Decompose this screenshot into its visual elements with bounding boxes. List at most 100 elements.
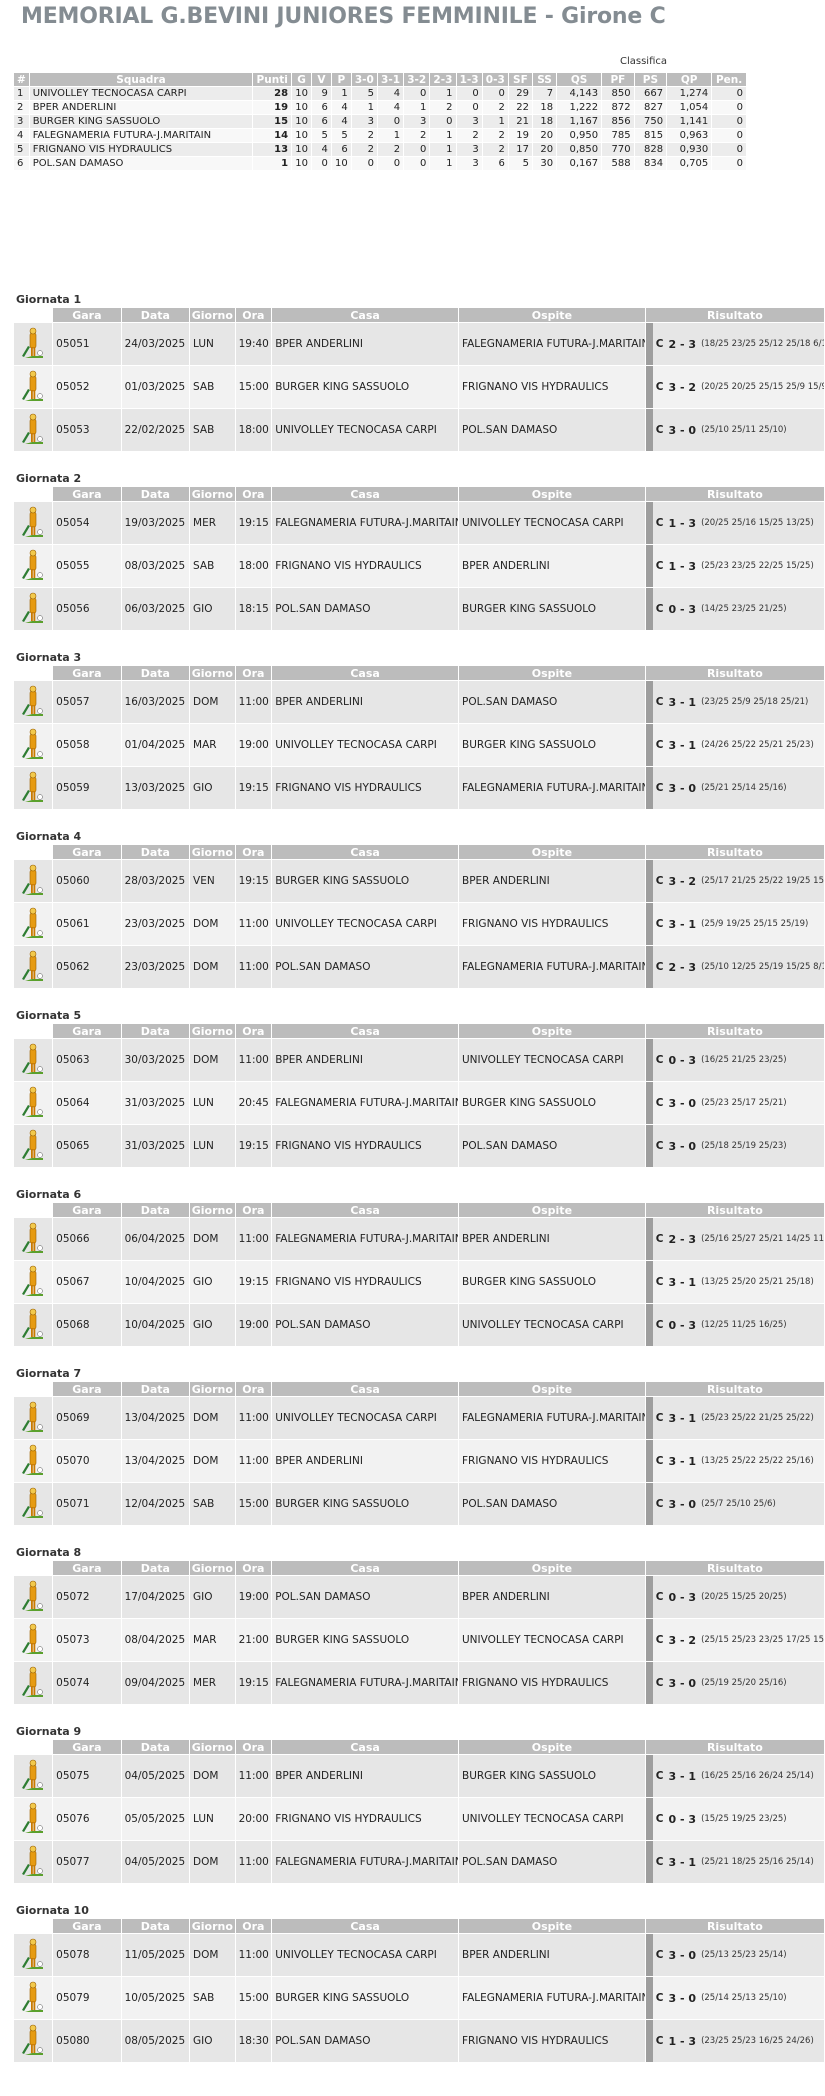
header-spacer: [14, 1382, 53, 1396]
header-spacer: [14, 1024, 53, 1038]
match-row: 05058 01/04/2025 MAR 19:00 UNIVOLLEY TECNOCA…: [14, 724, 824, 766]
standings-cell: 0,930: [667, 143, 712, 156]
match-data: 08/04/2025: [121, 1619, 190, 1661]
match-ora: 11:00: [235, 1397, 272, 1439]
match-data: 13/03/2025: [121, 767, 190, 809]
match-ospite: BPER ANDERLINI: [459, 1218, 645, 1260]
referee-icon: [22, 549, 44, 580]
header-spacer: [14, 1561, 53, 1575]
standings-cell: 4: [14, 129, 29, 142]
match-casa: FRIGNANO VIS HYDRAULICS: [272, 545, 458, 587]
match-row: 05060 28/03/2025 VEN 19:15 BURGER KING SASSU…: [14, 860, 824, 902]
referee-link[interactable]: [14, 545, 53, 587]
referee-link[interactable]: [14, 1755, 53, 1797]
referee-link[interactable]: [14, 1039, 53, 1081]
match-ora: 18:15: [235, 588, 272, 630]
referee-icon: [22, 1444, 44, 1475]
referee-icon: [22, 1308, 44, 1339]
standings-cell: 5: [14, 143, 29, 156]
referee-link[interactable]: [14, 366, 53, 408]
match-giorno: DOM: [190, 1397, 235, 1439]
referee-link[interactable]: [14, 1440, 53, 1482]
referee-link[interactable]: [14, 1798, 53, 1840]
match-gara: 05053: [53, 409, 121, 451]
standings-cell: 3: [351, 115, 377, 128]
standings-row: 1 UNIVOLLEY TECNOCASA CARPI 28 10 9 1 5 4 0 1 0 0 29…: [14, 87, 746, 100]
standings-cell: 22: [508, 101, 532, 114]
referee-link[interactable]: [14, 1261, 53, 1303]
match-casa: BURGER KING SASSUOLO: [272, 1977, 458, 2019]
referee-link[interactable]: [14, 1619, 53, 1661]
match-gara: 05052: [53, 366, 121, 408]
referee-link[interactable]: [14, 1662, 53, 1704]
referee-link[interactable]: [14, 903, 53, 945]
matches-header-cell: Casa: [272, 666, 458, 680]
result-score: 3 - 0: [668, 1991, 697, 2005]
team-name: BPER ANDERLINI: [29, 101, 253, 114]
referee-link[interactable]: [14, 1397, 53, 1439]
match-ospite: FALEGNAMERIA FUTURA-J.MARITAIN: [459, 323, 645, 365]
team-points: 19: [253, 101, 292, 114]
match-data: 01/04/2025: [121, 724, 190, 766]
match-ospite: FALEGNAMERIA FUTURA-J.MARITAIN: [459, 1977, 645, 2019]
referee-link[interactable]: [14, 724, 53, 766]
match-giorno: GIO: [190, 767, 235, 809]
referee-link[interactable]: [14, 1576, 53, 1618]
referee-link[interactable]: [14, 1304, 53, 1346]
result-letter: C: [655, 603, 664, 615]
referee-link[interactable]: [14, 1977, 53, 2019]
referee-link[interactable]: [14, 681, 53, 723]
standings-header-cell: P: [331, 73, 351, 86]
matches-table: Gara Data Giorno Ora Casa Ospite Risultato 0506…: [13, 1381, 825, 1526]
match-ora: 19:40: [235, 323, 272, 365]
match-result: C 1 - 3 (25/23 23/25 22/25 15/25): [645, 545, 824, 587]
referee-link[interactable]: [14, 1125, 53, 1167]
referee-icon: [22, 864, 44, 895]
result-sets: (20/25 15/25 20/25): [701, 1592, 787, 1602]
standings-cell: 0: [351, 157, 377, 170]
result-score: 0 - 3: [668, 1053, 697, 1067]
referee-link[interactable]: [14, 860, 53, 902]
match-row: 05067 10/04/2025 GIO 19:15 FRIGNANO VIS HYDR…: [14, 1261, 824, 1303]
referee-link[interactable]: [14, 2020, 53, 2062]
match-giorno: DOM: [190, 903, 235, 945]
referee-link[interactable]: [14, 946, 53, 988]
match-gara: 05070: [53, 1440, 121, 1482]
team-points: 1: [253, 157, 292, 170]
referee-link[interactable]: [14, 1082, 53, 1124]
match-row: 05062 23/03/2025 DOM 11:00 POL.SAN DAMASO FAL…: [14, 946, 824, 988]
match-result: C 3 - 2 (20/25 20/25 25/15 25/9 15/9): [645, 366, 824, 408]
result-bar: [645, 545, 653, 587]
standings-header-cell: QP: [667, 73, 712, 86]
result-sets: (25/7 25/10 25/6): [701, 1499, 776, 1509]
referee-link[interactable]: [14, 1218, 53, 1260]
round-section: Giornata 2 Gara Data Giorno Ora Casa Ospite Ris…: [13, 472, 825, 631]
match-result: C 3 - 1 (13/25 25/20 25/21 25/18): [645, 1261, 824, 1303]
standings-cell: 10: [292, 115, 311, 128]
matches-header-cell: Risultato: [645, 666, 824, 680]
standings-header-cell: 0-3: [482, 73, 508, 86]
referee-link[interactable]: [14, 1841, 53, 1883]
referee-link[interactable]: [14, 588, 53, 630]
result-letter: C: [655, 739, 664, 751]
standings-row: 5 FRIGNANO VIS HYDRAULICS 13 10 4 6 2 2 0 1 3 2 17 20…: [14, 143, 746, 156]
referee-link[interactable]: [14, 323, 53, 365]
match-casa: FRIGNANO VIS HYDRAULICS: [272, 767, 458, 809]
referee-link[interactable]: [14, 767, 53, 809]
result-score: 2 - 3: [668, 960, 697, 974]
match-data: 31/03/2025: [121, 1082, 190, 1124]
result-bar: [645, 1662, 653, 1704]
round-title: Giornata 1: [16, 293, 82, 306]
match-ora: 11:00: [235, 1440, 272, 1482]
referee-link[interactable]: [14, 1483, 53, 1525]
match-data: 05/05/2025: [121, 1798, 190, 1840]
match-gara: 05080: [53, 2020, 121, 2062]
result-sets: (25/21 18/25 25/16 25/14): [701, 1857, 814, 1867]
referee-link[interactable]: [14, 1934, 53, 1976]
standings-cell: 10: [292, 87, 311, 100]
standings-cell: 4: [377, 87, 404, 100]
matches-header-cell: Ospite: [459, 1382, 645, 1396]
referee-link[interactable]: [14, 409, 53, 451]
match-gara: 05077: [53, 1841, 121, 1883]
referee-link[interactable]: [14, 502, 53, 544]
